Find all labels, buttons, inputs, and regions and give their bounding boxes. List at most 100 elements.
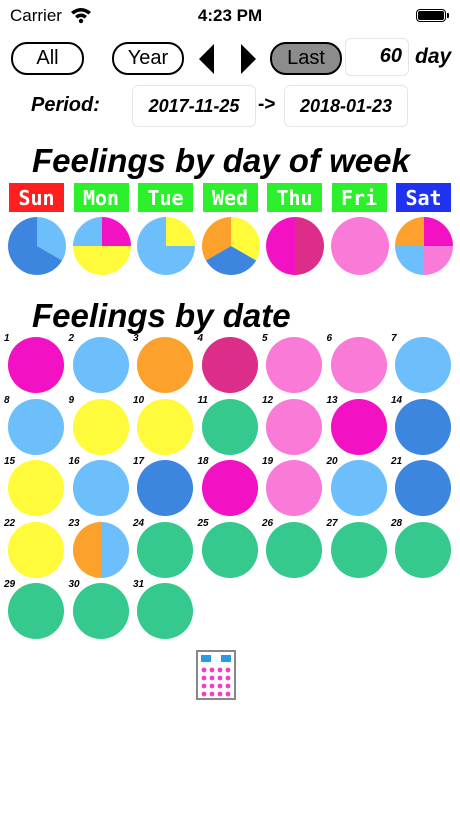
date-circle [136,459,194,517]
date-number: 25 [197,517,209,529]
date-cell-16[interactable]: 16 [69,456,132,519]
days-input[interactable]: 60 [345,38,409,76]
date-cell-10[interactable]: 10 [133,394,196,458]
date-fill-left [72,521,101,578]
date-circle [72,459,129,517]
date-cell-9[interactable]: 9 [69,395,132,458]
calendar-icon[interactable] [196,650,236,700]
weekday-label-sat: Sat [396,183,451,212]
date-number: 6 [326,333,333,344]
date-circle [330,398,387,455]
weekday-pie-mon[interactable] [72,216,132,276]
date-fill [72,336,129,394]
weekday-pie-wed[interactable] [201,216,261,276]
date-fill [394,336,452,394]
date-number: 26 [262,517,274,529]
date-number: 14 [391,394,403,406]
date-cell-6[interactable]: 6 [326,333,390,396]
weekday-pie-thu[interactable] [265,216,325,276]
date-fill [72,582,129,640]
date-number: 18 [197,456,209,467]
date-fill [7,459,65,517]
date-cell-28[interactable]: 28 [391,518,454,581]
date-fill [265,459,323,517]
date-cell-8[interactable]: 8 [4,395,67,458]
weekday-pie-fri[interactable] [330,216,390,276]
date-cell-23[interactable]: 23 [68,517,132,581]
start-date-field[interactable]: 2017-11-25 [132,85,256,127]
previous-arrow-icon[interactable] [199,44,214,74]
last-button[interactable]: Last [270,42,342,75]
date-circle [136,521,194,578]
weekday-pie-sun[interactable] [7,216,67,276]
date-cell-13[interactable]: 13 [326,394,390,458]
date-cell-31[interactable]: 31 [133,579,196,642]
date-circle [265,336,323,394]
date-cell-22[interactable]: 22 [4,518,67,581]
date-cell-3[interactable]: 3 [133,333,196,396]
date-cell-29[interactable]: 29 [4,579,67,642]
pie-slice [424,246,453,275]
date-fill [72,459,129,517]
date-number: 30 [68,579,80,590]
date-number: 1 [4,333,10,344]
date-cell-18[interactable]: 18 [197,456,261,519]
period-arrow: -> [258,94,276,115]
date-circle [265,459,323,517]
date-cell-19[interactable]: 19 [262,456,325,519]
pie-slice [72,246,131,275]
date-cell-21[interactable]: 21 [391,456,454,519]
date-cell-14[interactable]: 14 [391,394,454,458]
date-circle [7,398,65,455]
date-fill [136,398,194,455]
date-fill [201,459,258,517]
date-fill-right [100,521,129,578]
date-cell-1[interactable]: 1 [4,333,67,396]
next-arrow-icon[interactable] [241,44,256,74]
date-cell-25[interactable]: 25 [197,517,261,581]
all-button[interactable]: All [11,42,84,75]
date-circle [136,582,194,640]
date-number: 24 [133,517,145,529]
date-cell-12[interactable]: 12 [262,395,325,458]
date-number: 27 [326,517,338,529]
end-date-field[interactable]: 2018-01-23 [284,85,408,127]
weekday-pie-tue[interactable] [136,216,196,276]
date-cell-4[interactable]: 4 [198,333,261,396]
date-number: 20 [326,456,338,467]
weekday-pie-sat[interactable] [394,216,454,276]
date-number: 10 [133,394,145,406]
date-cell-2[interactable]: 2 [69,333,132,396]
date-circle [201,521,258,578]
date-number: 13 [326,394,338,406]
date-number: 3 [133,333,139,344]
pie-slice [330,217,389,275]
date-cell-11[interactable]: 11 [198,395,261,458]
year-button[interactable]: Year [112,42,184,75]
date-cell-26[interactable]: 26 [262,517,325,581]
date-number: 31 [133,579,145,590]
date-fill [7,521,65,578]
pie-slice [395,246,424,275]
date-fill [265,521,323,578]
date-cell-30[interactable]: 30 [68,579,132,642]
pie-slice [101,217,131,246]
date-number: 23 [68,517,80,529]
battery-icon [416,9,449,22]
weekday-label-mon: Mon [73,183,129,212]
date-cell-27[interactable]: 27 [326,517,390,581]
date-cell-7[interactable]: 7 [391,333,454,396]
date-fill [330,336,387,394]
date-circle [201,336,258,394]
date-circle [72,521,129,578]
date-fill [136,336,194,394]
date-cell-15[interactable]: 15 [4,456,67,519]
date-fill [201,398,258,455]
date-cell-20[interactable]: 20 [326,456,390,519]
date-cell-24[interactable]: 24 [133,517,196,581]
date-cell-5[interactable]: 5 [262,333,325,396]
date-cell-17[interactable]: 17 [133,456,196,519]
feelings-by-date-title: Feelings by date [32,297,291,334]
date-circle [7,521,65,578]
date-circle [72,336,129,394]
